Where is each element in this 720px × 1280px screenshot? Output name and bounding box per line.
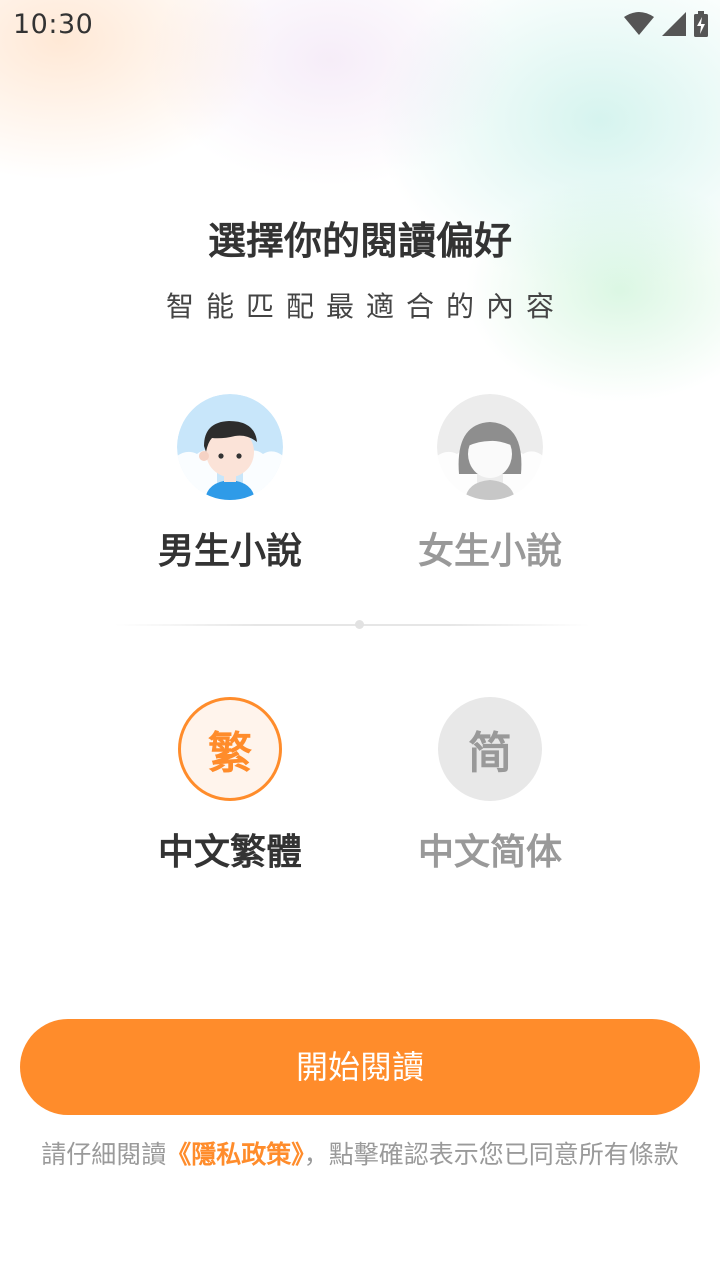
privacy-notice: 請仔細閱讀《隱私政策》，點擊確認表示您已同意所有條款 bbox=[20, 1135, 700, 1175]
page-subtitle: 智能匹配最適合的內容 bbox=[165, 290, 566, 323]
female-novel-option[interactable]: 女生小說 bbox=[390, 394, 590, 574]
status-icons bbox=[624, 10, 708, 38]
notice-suffix: ，點擊確認表示您已同意所有條款 bbox=[303, 1140, 679, 1169]
boy-avatar-icon bbox=[177, 394, 283, 500]
wifi-icon bbox=[624, 12, 654, 35]
girl-avatar-icon bbox=[437, 394, 543, 500]
traditional-glyph-badge: 繁 bbox=[178, 697, 282, 801]
female-novel-label: 女生小說 bbox=[417, 531, 562, 572]
traditional-chinese-option[interactable]: 繁 中文繁體 bbox=[130, 697, 330, 875]
divider-dot bbox=[355, 620, 364, 629]
battery-charging-icon bbox=[694, 11, 708, 37]
status-time: 10:30 bbox=[13, 9, 94, 40]
simplified-glyph-badge: 简 bbox=[438, 697, 542, 801]
start-reading-button[interactable]: 開始閱讀 bbox=[20, 1019, 700, 1115]
traditional-chinese-label: 中文繁體 bbox=[157, 832, 302, 873]
status-bar: 10:30 bbox=[0, 0, 720, 50]
cellular-signal-icon bbox=[662, 12, 686, 36]
privacy-policy-link[interactable]: 《隱私政策》 bbox=[166, 1140, 304, 1169]
male-novel-label: 男生小說 bbox=[157, 531, 302, 572]
simplified-chinese-label: 中文简体 bbox=[417, 832, 562, 873]
notice-prefix: 請仔細閱讀 bbox=[41, 1140, 167, 1169]
section-divider bbox=[115, 624, 590, 626]
male-novel-option[interactable]: 男生小說 bbox=[130, 394, 330, 574]
simplified-chinese-option[interactable]: 简 中文简体 bbox=[390, 697, 590, 875]
page-title: 選擇你的閱讀偏好 bbox=[207, 219, 512, 263]
